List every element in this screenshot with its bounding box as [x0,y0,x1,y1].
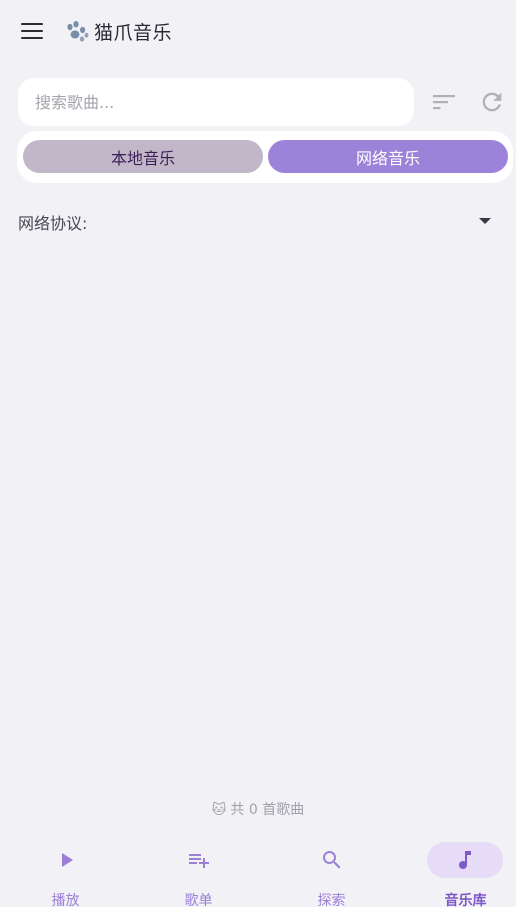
nav-library[interactable]: 音乐库 [401,834,516,907]
music-note-icon [459,851,471,869]
nav-label-explore: 探索 [317,893,346,907]
nav-label-playlist: 歌单 [184,893,213,907]
sort-icon[interactable] [430,88,458,116]
menu-icon[interactable] [18,19,46,43]
app-root: 猫爪音乐 本地音乐 网络音乐 网络协议: 🐱共 0 首歌曲 播放 [0,0,516,907]
song-count-text: 共 0 首歌曲 [230,802,305,818]
cat-emoji-icon: 🐱 [211,802,227,818]
song-count: 🐱 共 0 首歌曲 [0,799,516,819]
nav-label-play: 播放 [51,893,80,907]
nav-playlist[interactable]: 歌单 [134,834,263,907]
bottom-navigation: 播放 歌单 探索 音乐库 [0,834,516,907]
protocol-label: 网络协议: [18,214,88,233]
nav-label-library: 音乐库 [444,893,487,907]
dropdown-arrow-icon [479,218,491,224]
nav-play[interactable]: 播放 [1,834,130,907]
top-app-bar: 猫爪音乐 [0,0,516,62]
playlist-add-icon [189,854,209,868]
nav-explore[interactable]: 探索 [267,834,396,907]
tab-local-music[interactable]: 本地音乐 [23,140,263,173]
search-input[interactable] [18,78,414,126]
source-segment-control: 本地音乐 网络音乐 [17,131,513,183]
protocol-dropdown[interactable] [470,210,500,232]
tab-network-music[interactable]: 网络音乐 [268,140,508,173]
play-icon [62,853,73,867]
paw-icon [67,21,89,42]
app-title: 猫爪音乐 [94,22,173,44]
refresh-icon[interactable] [478,88,506,116]
search-icon [323,851,341,869]
